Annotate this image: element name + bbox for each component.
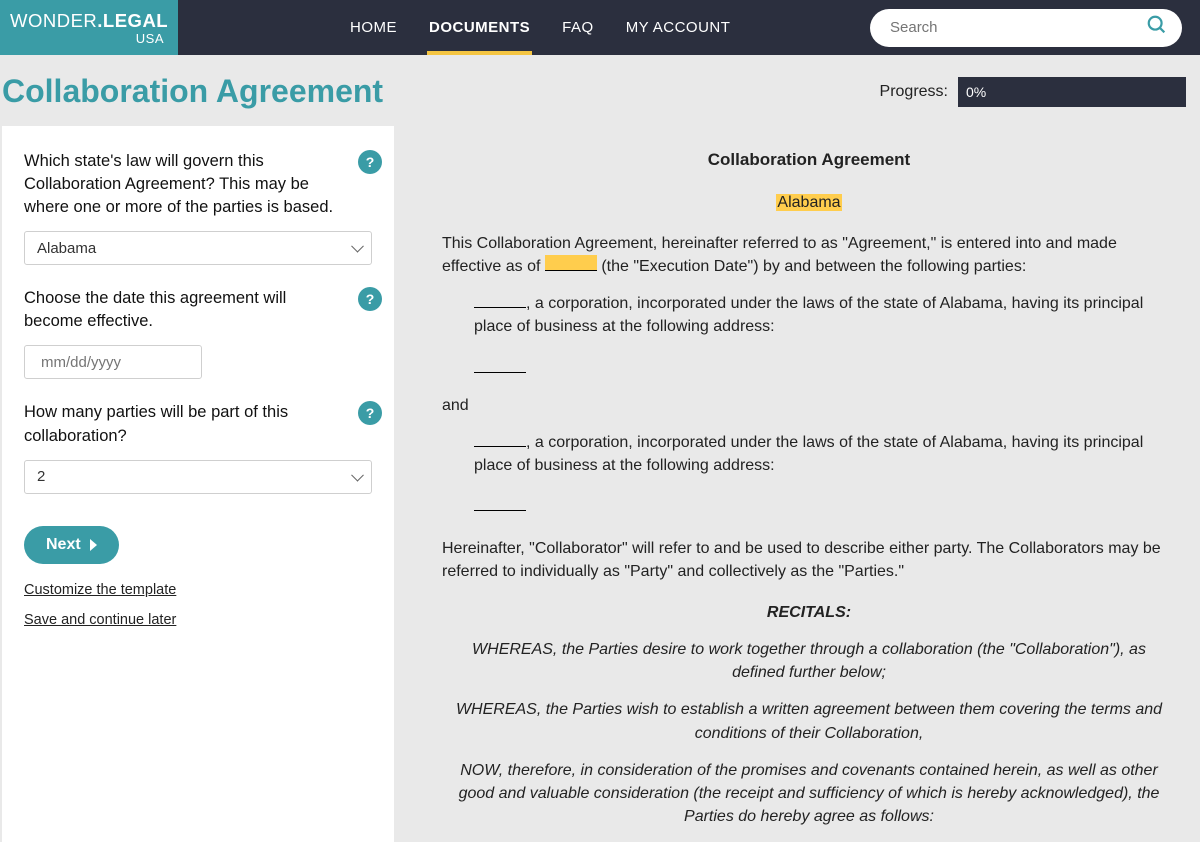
title-row: Collaboration Agreement Progress: 0% (0, 55, 1200, 126)
blank-party-a-address (474, 357, 1176, 380)
next-button-label: Next (46, 536, 81, 554)
preview-state: Alabama (776, 194, 841, 211)
field-parties-label: How many parties will be part of this co… (24, 401, 372, 447)
field-date-label: Choose the date this agreement will beco… (24, 287, 372, 333)
whereas-1: WHEREAS, the Parties desire to work toge… (442, 638, 1176, 684)
help-icon[interactable]: ? (358, 150, 382, 174)
blank-party-b-name (474, 431, 526, 447)
progress: Progress: 0% (880, 77, 1186, 107)
preview-panel: Collaboration Agreement Alabama This Col… (420, 126, 1198, 842)
hereinafter: Hereinafter, "Collaborator" will refer t… (442, 537, 1176, 583)
logo[interactable]: WONDER.LEGAL USA (0, 0, 178, 55)
logo-word-1: WONDER (10, 10, 97, 31)
nav-documents[interactable]: DOCUMENTS (427, 1, 532, 55)
and-line: and (442, 394, 1176, 417)
recitals-heading: RECITALS: (442, 601, 1176, 624)
party-b: , a corporation, incorporated under the … (442, 431, 1176, 477)
preview-intro-b: (the "Execution Date") by and between th… (597, 258, 1026, 275)
customize-link[interactable]: Customize the template (24, 582, 372, 598)
state-select[interactable] (24, 231, 372, 265)
main: Which state's law will govern this Colla… (0, 126, 1200, 842)
help-icon[interactable]: ? (358, 401, 382, 425)
progress-value: 0% (966, 84, 986, 100)
state-select-wrap (24, 231, 372, 265)
parties-select[interactable] (24, 460, 372, 494)
preview-title: Collaboration Agreement (442, 148, 1176, 173)
form-panel: Which state's law will govern this Colla… (2, 126, 394, 842)
help-icon[interactable]: ? (358, 287, 382, 311)
logo-word-2: .LEGAL (97, 10, 168, 31)
party-b-text: , a corporation, incorporated under the … (474, 434, 1143, 474)
page-title: Collaboration Agreement (2, 73, 383, 110)
nav-faq[interactable]: FAQ (560, 1, 596, 55)
next-button[interactable]: Next (24, 526, 119, 564)
field-state: Which state's law will govern this Colla… (24, 150, 372, 265)
logo-text: WONDER.LEGAL (10, 10, 168, 32)
search-container (870, 0, 1200, 55)
preview-state-line: Alabama (442, 191, 1176, 214)
blank-party-b-address (474, 495, 1176, 518)
save-link[interactable]: Save and continue later (24, 612, 372, 628)
date-input-wrap[interactable] (24, 345, 202, 379)
nav-home[interactable]: HOME (348, 1, 399, 55)
header: WONDER.LEGAL USA HOME DOCUMENTS FAQ MY A… (0, 0, 1200, 55)
party-a-text: , a corporation, incorporated under the … (474, 295, 1143, 335)
search-input[interactable] (890, 19, 1146, 36)
form-links: Customize the template Save and continue… (24, 582, 372, 628)
progress-label: Progress: (880, 83, 948, 101)
chevron-right-icon (89, 538, 99, 552)
whereas-2: WHEREAS, the Parties wish to establish a… (442, 698, 1176, 744)
parties-select-wrap (24, 460, 372, 494)
blank-date (545, 255, 597, 271)
blank-party-a-name (474, 292, 526, 308)
preview-intro: This Collaboration Agreement, hereinafte… (442, 232, 1176, 278)
field-state-label: Which state's law will govern this Colla… (24, 150, 372, 219)
now-therefore: NOW, therefore, in consideration of the … (442, 759, 1176, 829)
date-input[interactable] (41, 354, 240, 371)
progress-bar: 0% (958, 77, 1186, 107)
party-a: , a corporation, incorporated under the … (442, 292, 1176, 338)
search-box[interactable] (870, 9, 1182, 47)
main-nav: HOME DOCUMENTS FAQ MY ACCOUNT (348, 0, 732, 55)
search-icon[interactable] (1146, 14, 1168, 41)
nav-account[interactable]: MY ACCOUNT (624, 1, 733, 55)
field-date: Choose the date this agreement will beco… (24, 287, 372, 379)
field-parties: How many parties will be part of this co… (24, 401, 372, 493)
logo-region: USA (10, 31, 168, 46)
